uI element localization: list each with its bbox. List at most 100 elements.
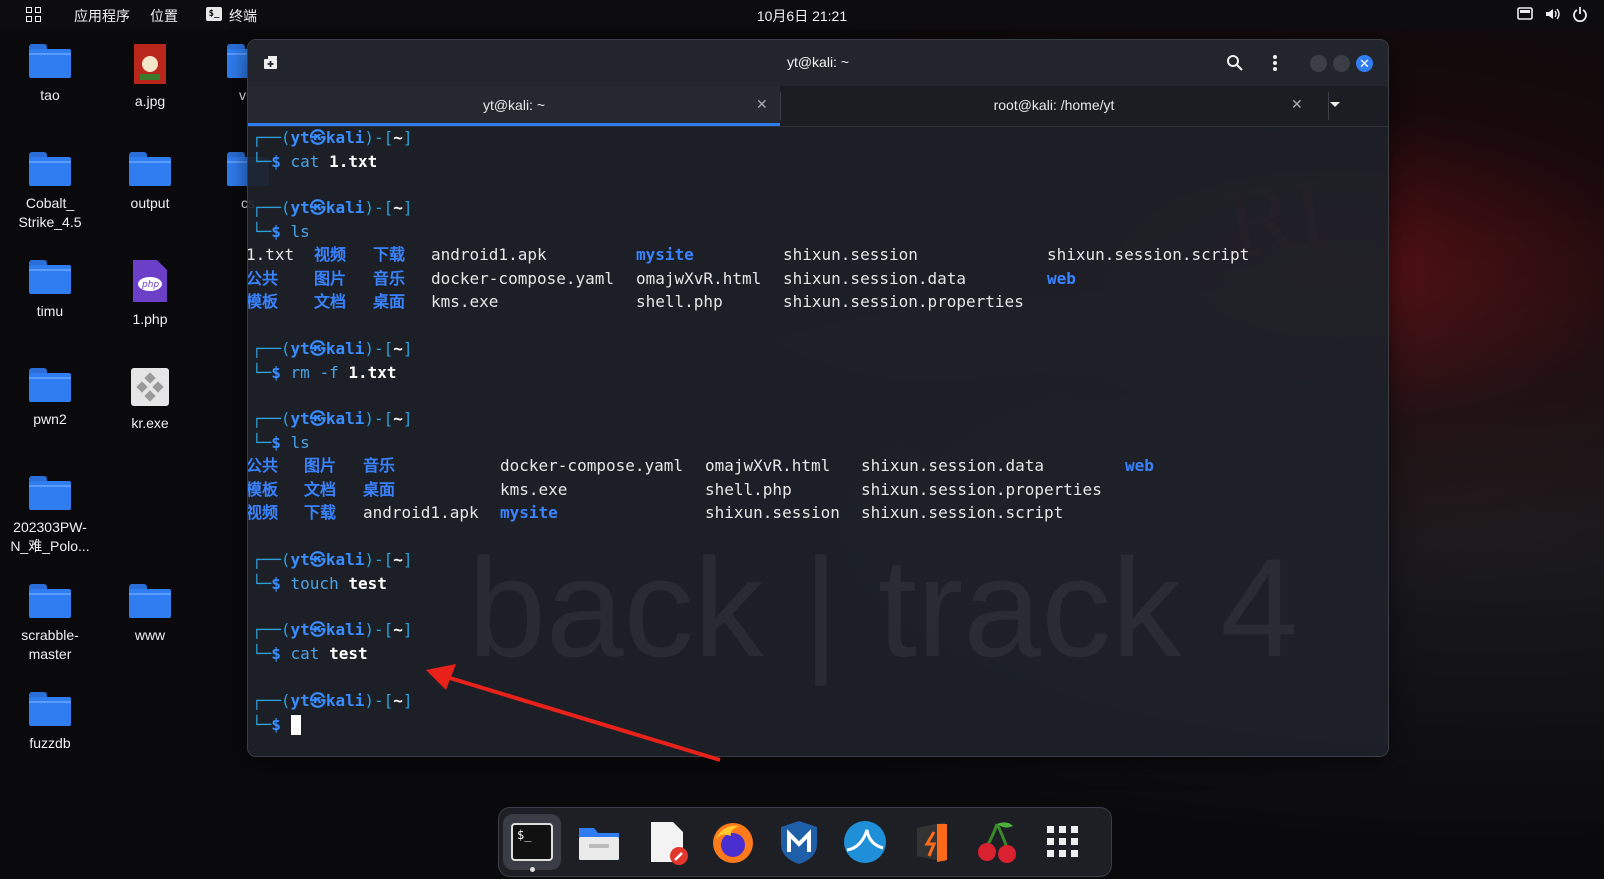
folder-icon: [29, 152, 71, 186]
prompt-host: kali: [325, 198, 365, 217]
tab-root-home-yt[interactable]: root@kali: /home/yt ✕: [781, 86, 1327, 126]
ls-entry: android1.apk: [363, 503, 479, 522]
screen-icon[interactable]: [1517, 6, 1533, 22]
prompt-separator: ㉿: [309, 198, 326, 217]
folder-icon: [29, 368, 71, 402]
prompt-frame: ]: [402, 409, 413, 428]
desktop-icon[interactable]: a.jpg: [102, 44, 198, 111]
search-icon[interactable]: [1226, 54, 1244, 72]
prompt-user: yt: [290, 128, 310, 147]
dock-firefox[interactable]: [709, 818, 757, 866]
desktop-icon[interactable]: tao: [2, 44, 98, 105]
prompt-dollar: $: [271, 714, 291, 734]
ls-entry: 音乐: [373, 268, 406, 288]
prompt-user: yt: [290, 620, 310, 639]
folder-icon: [129, 152, 171, 186]
prompt-dir: ~: [393, 198, 403, 217]
minimize-button[interactable]: [1310, 55, 1327, 72]
desktop-icon[interactable]: Cobalt_ Strike_4.5: [2, 152, 98, 232]
prompt-line: ┌──(yt㉿kali)-[~]: [252, 548, 413, 572]
prompt-frame: └─: [252, 221, 272, 241]
tab-close-icon[interactable]: ✕: [1291, 96, 1303, 113]
desktop-icon-label: pwn2: [33, 411, 67, 427]
prompt-dir: ~: [393, 550, 403, 569]
desktop-icon-label: www: [134, 627, 166, 643]
ls-entry: 下载: [373, 245, 406, 264]
dock-metasploit[interactable]: [775, 818, 823, 866]
backtrack-watermark: back | track 4: [468, 529, 1299, 686]
desktop-icon[interactable]: php 1.php: [102, 260, 198, 329]
ls-entry: shell.php: [636, 292, 723, 311]
files-icon: [579, 828, 619, 860]
dock-files[interactable]: [575, 818, 623, 866]
ls-entry: mysite: [636, 245, 694, 264]
prompt-dollar: $: [271, 432, 291, 452]
desktop-icon[interactable]: timu: [2, 260, 98, 321]
prompt-line: ┌──(yt㉿kali)-[~]: [252, 196, 413, 220]
dock-burpsuite[interactable]: [907, 818, 955, 866]
desktop-icon[interactable]: pwn2: [2, 368, 98, 429]
kebab-menu-icon[interactable]: [1266, 54, 1284, 72]
prompt-frame: └─: [252, 432, 272, 452]
prompt-dir: ~: [393, 409, 403, 428]
folder-icon: [29, 260, 71, 294]
desktop-icon[interactable]: scrabble- master: [2, 584, 98, 664]
text-cursor: [290, 715, 301, 735]
prompt-frame: )-[: [364, 339, 394, 358]
running-indicator: [530, 867, 535, 872]
firefox-icon: [713, 823, 753, 863]
desktop-icon-label: timu: [36, 303, 64, 319]
prompt-frame: ┌──(: [252, 409, 291, 428]
tab-close-icon[interactable]: ✕: [756, 96, 768, 113]
prompt-frame: )-[: [364, 620, 394, 639]
prompt-dir: ~: [393, 128, 403, 147]
dock-text-editor[interactable]: [643, 818, 691, 866]
desktop-icon-label: tao: [40, 87, 60, 103]
prompt-dollar: $: [271, 573, 291, 593]
terminal-titlebar[interactable]: yt@kali: ~ ✕: [248, 40, 1388, 86]
ls-entry: shixun.session: [783, 245, 918, 264]
desktop-icon[interactable]: output: [102, 152, 198, 213]
command-arg: test: [329, 643, 368, 663]
close-button[interactable]: ✕: [1356, 55, 1373, 72]
clock[interactable]: 10月6日 21:21: [0, 6, 1604, 26]
ls-entry: 音乐: [363, 456, 396, 475]
prompt-user: yt: [290, 550, 310, 569]
desktop-icon[interactable]: 202303PW- N_难_Polo...: [2, 476, 98, 556]
top-panel: 应用程序 位置 $_ 终端 10月6日 21:21: [0, 0, 1604, 29]
tab-label: root@kali: /home/yt: [993, 97, 1115, 113]
dock-show-apps[interactable]: [1039, 818, 1087, 866]
desktop-icon[interactable]: kr.exe: [102, 368, 198, 433]
ls-entry: shell.php: [705, 479, 792, 499]
command-arg: 1.txt: [329, 151, 378, 171]
command-line: └─$ ls: [252, 220, 310, 244]
prompt-frame: ┌──(: [252, 198, 291, 217]
power-icon[interactable]: [1572, 6, 1588, 22]
prompt-frame: )-[: [364, 128, 394, 147]
dock-terminal[interactable]: $_: [503, 814, 561, 870]
metasploit-icon: [781, 821, 817, 864]
dock-cherrytree[interactable]: [973, 818, 1021, 866]
terminal-window[interactable]: yt@kali: ~ ✕ yt@kali: ~ ✕ root@kali: /ho…: [248, 40, 1388, 756]
burpsuite-icon: [917, 822, 947, 862]
ls-entry: 模板: [248, 479, 279, 499]
prompt-frame: ]: [402, 198, 413, 217]
dock: $_: [498, 807, 1112, 877]
show-apps-grid-icon: [1047, 826, 1078, 857]
volume-icon[interactable]: [1544, 6, 1560, 22]
prompt-frame: └─: [252, 573, 272, 593]
tab-yt-home[interactable]: yt@kali: ~ ✕: [248, 86, 780, 126]
prompt-host: kali: [325, 550, 365, 569]
command-arg: test: [348, 573, 387, 593]
prompt-user: yt: [290, 409, 310, 428]
ls-entry: shixun.session.data: [861, 456, 1045, 475]
dock-wireshark[interactable]: [841, 818, 889, 866]
tab-list-chevron-down-icon[interactable]: [1328, 98, 1342, 112]
desktop-icon[interactable]: www: [102, 584, 198, 645]
desktop-icon[interactable]: fuzzdb: [2, 692, 98, 753]
prompt-frame: ]: [402, 550, 413, 569]
prompt-host: kali: [325, 691, 365, 710]
maximize-button[interactable]: [1333, 55, 1350, 72]
terminal-output[interactable]: back | track 4 ┌──(yt㉿kali)-[~] └─$ cat 1…: [248, 127, 1388, 756]
